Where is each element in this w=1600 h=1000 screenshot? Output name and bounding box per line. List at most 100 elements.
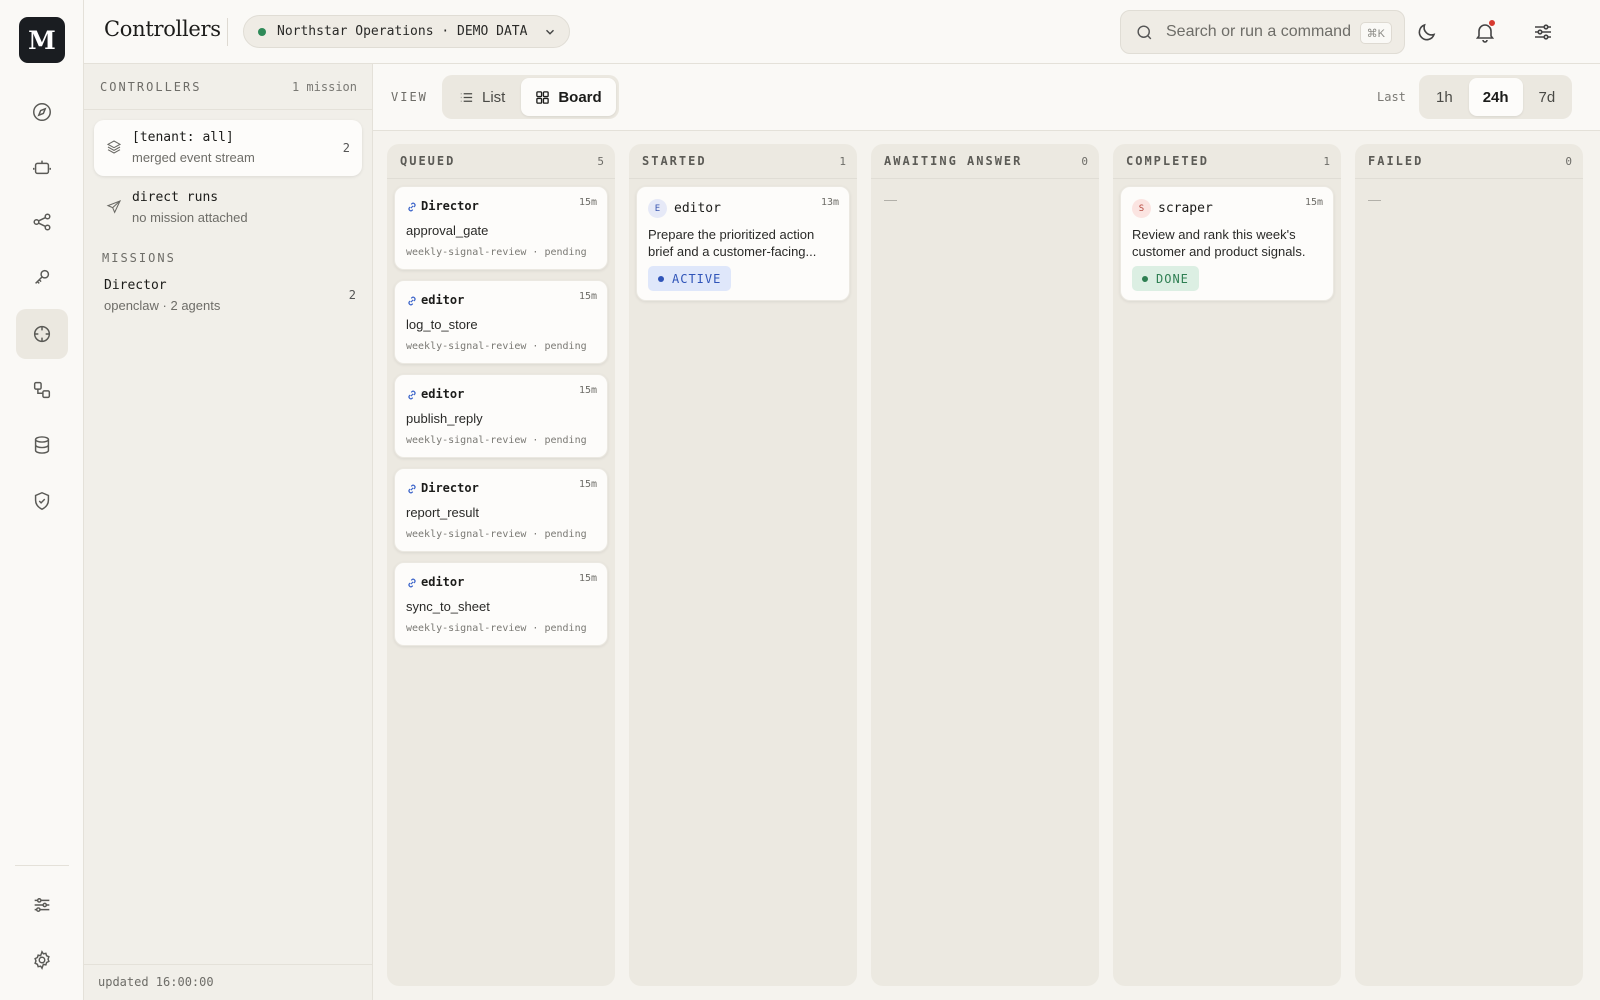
card-meta: weekly-signal-review · pending bbox=[406, 435, 587, 446]
share-icon[interactable] bbox=[16, 197, 68, 247]
task-card[interactable]: editor 15m publish_reply weekly-signal-r… bbox=[394, 374, 608, 458]
view-list-button[interactable]: List bbox=[445, 78, 519, 116]
mission-count-badge: 2 bbox=[348, 288, 356, 302]
app-logo[interactable]: M bbox=[19, 17, 65, 63]
column-count: 0 bbox=[1565, 154, 1572, 168]
card-agent: Director bbox=[421, 481, 479, 495]
mission-count: 1 mission bbox=[291, 79, 357, 94]
main-area: VIEW List Board Last 1h 24h 7d QUEUED 5 bbox=[373, 64, 1600, 1000]
card-agent: editor bbox=[421, 387, 465, 401]
search-icon bbox=[1137, 24, 1152, 39]
tenant-status-dot bbox=[258, 27, 266, 36]
controller-subtitle: merged event stream bbox=[132, 150, 255, 165]
column-title: AWAITING ANSWER bbox=[884, 154, 1023, 168]
card-tool: log_to_store bbox=[406, 317, 478, 332]
bell-icon[interactable] bbox=[1473, 19, 1497, 44]
link-icon bbox=[408, 484, 416, 494]
task-card[interactable]: editor 15m sync_to_sheet weekly-signal-r… bbox=[394, 562, 608, 646]
tenant-selector[interactable]: Northstar Operations · DEMO DATA bbox=[243, 15, 570, 48]
card-tool: approval_gate bbox=[406, 223, 489, 238]
controller-item-direct-runs[interactable]: direct runs no mission attached bbox=[94, 180, 362, 236]
nav-rail: M bbox=[0, 0, 84, 1000]
card-time: 15m bbox=[578, 385, 597, 396]
mission-title: Director bbox=[104, 278, 167, 293]
moon-icon[interactable] bbox=[1415, 20, 1439, 44]
status-badge: DONE bbox=[1132, 266, 1199, 291]
controller-count: 2 bbox=[342, 141, 350, 155]
flow-icon[interactable] bbox=[16, 365, 68, 415]
column-count: 1 bbox=[839, 154, 846, 168]
column-title: FAILED bbox=[1368, 154, 1424, 168]
view-board-button[interactable]: Board bbox=[521, 78, 616, 116]
controllers-header: CONTROLLERS 1 mission bbox=[84, 64, 372, 110]
controllers-panel: CONTROLLERS 1 mission [tenant: all] merg… bbox=[84, 64, 373, 1000]
column-header: AWAITING ANSWER 0 bbox=[871, 144, 1099, 179]
card-meta: weekly-signal-review · pending bbox=[406, 529, 587, 540]
column-title: STARTED bbox=[642, 154, 707, 168]
card-agent: scraper bbox=[1158, 201, 1213, 216]
card-agent: editor bbox=[421, 293, 465, 307]
updated-timestamp: updated 16:00:00 bbox=[84, 964, 373, 1000]
range-24h-button[interactable]: 24h bbox=[1468, 78, 1523, 116]
logo-letter: M bbox=[28, 25, 56, 55]
card-time: 15m bbox=[578, 291, 597, 302]
card-tool: publish_reply bbox=[406, 411, 483, 426]
controller-item-tenant-all[interactable]: [tenant: all] merged event stream 2 bbox=[94, 120, 362, 176]
card-agent: editor bbox=[674, 201, 721, 216]
task-card[interactable]: Director 15m approval_gate weekly-signal… bbox=[394, 186, 608, 270]
card-meta: weekly-signal-review · pending bbox=[406, 247, 587, 258]
time-range-toggle: 1h 24h 7d bbox=[1419, 75, 1573, 119]
range-label: Last bbox=[1377, 90, 1406, 104]
search-shortcut: ⌘K bbox=[1359, 22, 1392, 44]
controller-title: [tenant: all] bbox=[132, 130, 234, 145]
status-label: ACTIVE bbox=[672, 271, 722, 286]
compass-icon[interactable] bbox=[16, 87, 68, 137]
mission-item-director[interactable]: Director openclaw · 2 agents 2 bbox=[104, 278, 356, 313]
column-title: COMPLETED bbox=[1126, 154, 1210, 168]
card-agent: editor bbox=[421, 575, 465, 589]
top-bar: Controllers Northstar Operations · DEMO … bbox=[84, 0, 1600, 64]
send-icon bbox=[106, 200, 122, 214]
column-queued: QUEUED 5 Director 15m approval_gate week… bbox=[387, 144, 615, 986]
range-1h-button[interactable]: 1h bbox=[1422, 78, 1467, 116]
card-tool: sync_to_sheet bbox=[406, 599, 490, 614]
view-board-label: Board bbox=[558, 88, 602, 106]
view-list-label: List bbox=[482, 88, 506, 106]
run-card[interactable]: E editor 13m Prepare the prioritized act… bbox=[636, 186, 850, 301]
card-time: 15m bbox=[578, 479, 597, 490]
crosshair-icon[interactable] bbox=[16, 309, 68, 359]
link-icon bbox=[408, 390, 416, 400]
sliders-icon[interactable] bbox=[16, 880, 68, 930]
layers-icon bbox=[106, 140, 122, 154]
view-label: VIEW bbox=[391, 90, 428, 104]
range-7d-button[interactable]: 7d bbox=[1525, 78, 1570, 116]
run-card[interactable]: S scraper 15m Review and rank this week'… bbox=[1120, 186, 1334, 301]
card-agent: Director bbox=[421, 199, 479, 213]
controller-subtitle: no mission attached bbox=[132, 210, 248, 225]
database-icon[interactable] bbox=[16, 420, 68, 470]
view-toggle: List Board bbox=[442, 75, 619, 119]
column-header: STARTED 1 bbox=[629, 144, 857, 179]
status-dot bbox=[658, 275, 664, 282]
view-toolbar: VIEW List Board Last 1h 24h 7d bbox=[373, 64, 1600, 131]
command-search[interactable]: Search or run a command ⌘K bbox=[1120, 10, 1405, 54]
filter-sliders-icon[interactable] bbox=[1531, 20, 1555, 44]
shield-check-icon[interactable] bbox=[16, 476, 68, 526]
status-dot bbox=[1142, 275, 1148, 282]
settings-gear-icon[interactable] bbox=[16, 935, 68, 985]
tenant-label: Northstar Operations · DEMO DATA bbox=[277, 24, 528, 39]
task-card[interactable]: Director 15m report_result weekly-signal… bbox=[394, 468, 608, 552]
empty-placeholder: — bbox=[1368, 192, 1381, 207]
card-tool: report_result bbox=[406, 505, 479, 520]
column-header: QUEUED 5 bbox=[387, 144, 615, 179]
card-description: Review and rank this week's customer and… bbox=[1132, 227, 1306, 259]
page-title: Controllers bbox=[104, 17, 221, 41]
key-icon[interactable] bbox=[16, 252, 68, 302]
task-card[interactable]: editor 15m log_to_store weekly-signal-re… bbox=[394, 280, 608, 364]
title-divider bbox=[227, 18, 228, 46]
bot-icon[interactable] bbox=[16, 142, 68, 192]
column-failed: FAILED 0 — bbox=[1355, 144, 1583, 986]
card-description: Prepare the prioritized action brief and… bbox=[648, 227, 817, 259]
link-icon bbox=[408, 296, 416, 306]
controllers-heading: CONTROLLERS bbox=[100, 79, 202, 94]
